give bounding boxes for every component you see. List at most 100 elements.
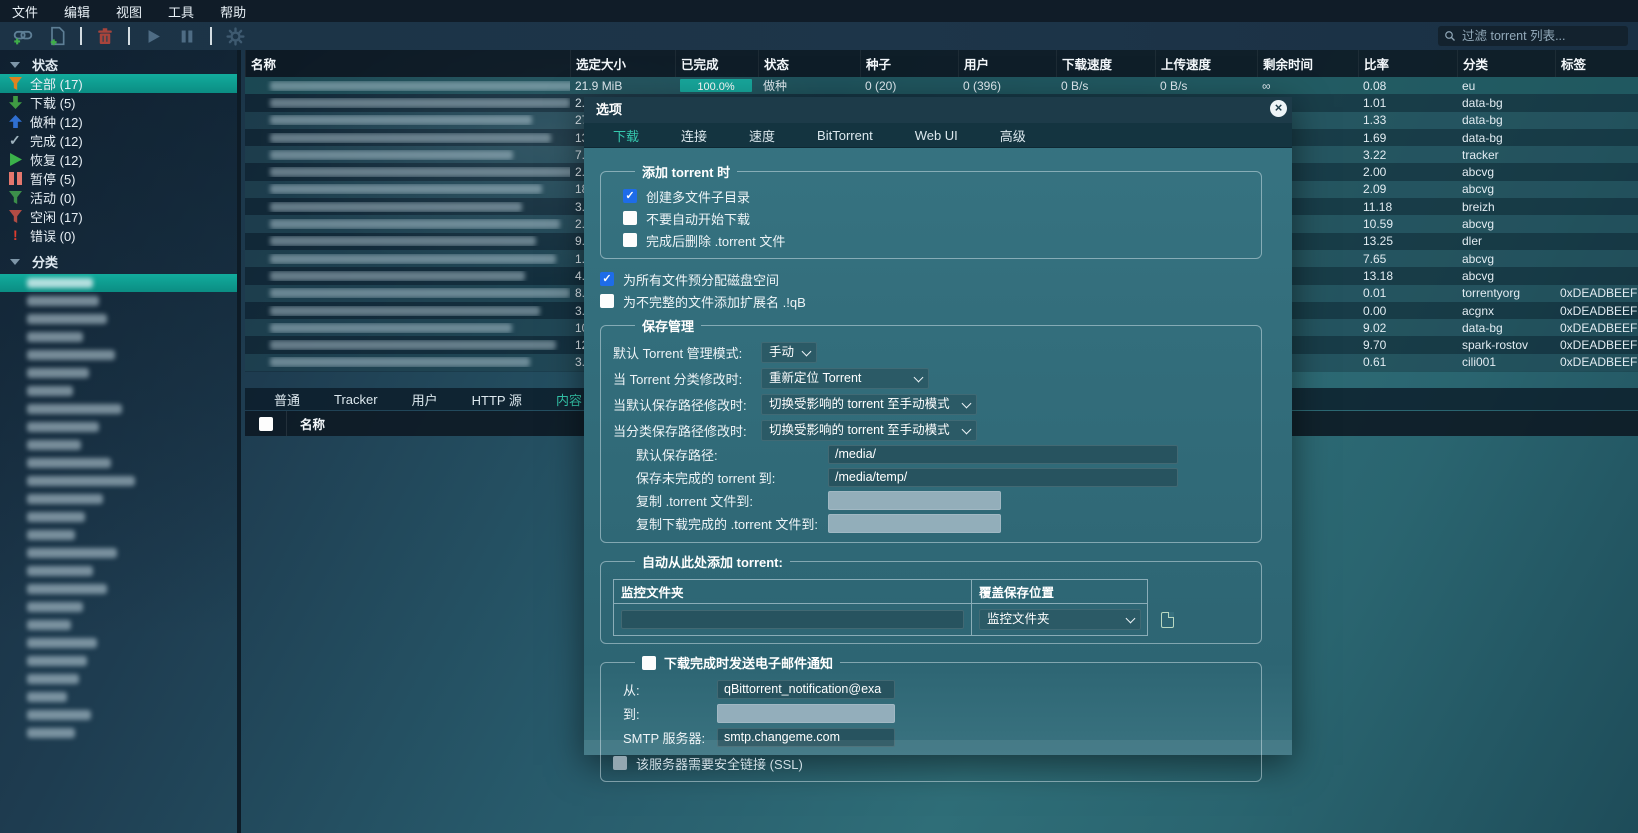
cell-dl-speed: 0 B/s <box>1056 79 1155 93</box>
column-header[interactable]: 分类 <box>1457 50 1555 77</box>
bottom-tab[interactable]: Tracker <box>317 392 395 407</box>
column-header[interactable]: 已完成 <box>675 50 758 77</box>
column-header[interactable]: 用户 <box>958 50 1056 77</box>
menu-item[interactable]: 帮助 <box>220 2 246 21</box>
select-all-checkbox[interactable] <box>259 417 273 431</box>
category-item[interactable] <box>0 562 237 580</box>
dialog-tab[interactable]: Web UI <box>894 128 979 143</box>
email-field-input[interactable] <box>717 704 895 723</box>
column-header[interactable]: 名称 <box>245 50 570 77</box>
dialog-close-button[interactable]: × <box>1270 100 1287 117</box>
delete-button[interactable] <box>92 25 118 47</box>
checkbox[interactable] <box>623 211 637 225</box>
category-item[interactable] <box>0 274 237 292</box>
cell-ratio: 13.25 <box>1358 234 1457 248</box>
category-item[interactable] <box>0 526 237 544</box>
menu-item[interactable]: 视图 <box>116 2 142 21</box>
status-section-header[interactable]: 状态 <box>0 55 237 74</box>
browse-folder-icon[interactable] <box>1161 612 1174 628</box>
dropdown-select[interactable]: 切换受影响的 torrent 至手动模式 <box>761 420 977 441</box>
status-filter-item[interactable]: 完成 (12) <box>0 131 237 150</box>
menu-item[interactable]: 文件 <box>12 2 38 21</box>
add-torrent-link-button[interactable] <box>10 25 36 47</box>
category-item[interactable] <box>0 652 237 670</box>
dialog-title-bar[interactable]: 选项 <box>584 97 1292 123</box>
category-item[interactable] <box>0 544 237 562</box>
dialog-tab[interactable]: 连接 <box>660 126 728 145</box>
bottom-tab[interactable]: 普通 <box>257 390 317 409</box>
category-item[interactable] <box>0 364 237 382</box>
column-header[interactable]: 种子 <box>860 50 958 77</box>
dialog-tab[interactable]: 高级 <box>979 126 1047 145</box>
category-item[interactable] <box>0 706 237 724</box>
category-item[interactable] <box>0 598 237 616</box>
category-item[interactable] <box>0 346 237 364</box>
column-header[interactable]: 上传速度 <box>1155 50 1257 77</box>
pause-button[interactable] <box>174 25 200 47</box>
category-item[interactable] <box>0 490 237 508</box>
column-header[interactable]: 下载速度 <box>1056 50 1155 77</box>
category-item[interactable] <box>0 310 237 328</box>
status-filter-item[interactable]: 错误 (0) <box>0 226 237 245</box>
status-filter-item[interactable]: 暂停 (5) <box>0 169 237 188</box>
categories-section-header[interactable]: 分类 <box>0 252 237 271</box>
search-input[interactable] <box>1462 29 1622 43</box>
cell-name <box>245 98 570 108</box>
category-item[interactable] <box>0 382 237 400</box>
status-filter-item[interactable]: 下载 (5) <box>0 93 237 112</box>
category-item[interactable] <box>0 634 237 652</box>
bottom-tab[interactable]: HTTP 源 <box>455 390 539 409</box>
dropdown-select[interactable]: 手动 <box>761 342 817 363</box>
column-header[interactable]: 比率 <box>1358 50 1457 77</box>
table-row[interactable]: 21.9 MiB 100.0% 做种 0 (20) 0 (396) 0 B/s … <box>245 77 1638 94</box>
path-input[interactable] <box>828 514 1001 533</box>
category-item[interactable] <box>0 616 237 634</box>
checkbox[interactable] <box>623 233 637 247</box>
checkbox[interactable] <box>600 294 614 308</box>
category-item[interactable] <box>0 580 237 598</box>
category-item[interactable] <box>0 688 237 706</box>
column-header[interactable]: 状态 <box>758 50 860 77</box>
column-header[interactable]: 剩余时间 <box>1257 50 1358 77</box>
menu-item[interactable]: 编辑 <box>64 2 90 21</box>
checkbox[interactable] <box>600 272 614 286</box>
column-header[interactable]: 标签 <box>1555 50 1638 77</box>
status-filter-item[interactable]: 做种 (12) <box>0 112 237 131</box>
category-item[interactable] <box>0 328 237 346</box>
status-filter-item[interactable]: 空闲 (17) <box>0 207 237 226</box>
override-save-select[interactable]: 监控文件夹 <box>979 609 1141 630</box>
category-item[interactable] <box>0 418 237 436</box>
category-item[interactable] <box>0 400 237 418</box>
menu-item[interactable]: 工具 <box>168 2 194 21</box>
category-item[interactable] <box>0 472 237 490</box>
content-name-header[interactable]: 名称 <box>287 414 325 433</box>
category-item[interactable] <box>0 508 237 526</box>
category-item[interactable] <box>0 670 237 688</box>
status-filter-item[interactable]: 活动 (0) <box>0 188 237 207</box>
status-filter-item[interactable]: 全部 (17) <box>0 74 237 93</box>
dialog-tab[interactable]: BitTorrent <box>796 128 894 143</box>
email-enable-checkbox[interactable] <box>642 656 656 670</box>
email-field-input[interactable]: qBittorrent_notification@exa <box>717 680 895 699</box>
resume-button[interactable] <box>140 25 166 47</box>
settings-button[interactable] <box>222 25 248 47</box>
dialog-tab[interactable]: 速度 <box>728 126 796 145</box>
bottom-tab[interactable]: 用户 <box>395 390 455 409</box>
path-input[interactable]: /media/temp/ <box>828 468 1178 487</box>
category-item[interactable] <box>0 724 237 742</box>
add-torrent-file-button[interactable] <box>44 25 70 47</box>
category-item[interactable] <box>0 292 237 310</box>
dialog-tab[interactable]: 下载 <box>592 126 660 145</box>
path-input[interactable]: /media/ <box>828 445 1178 464</box>
checkbox[interactable] <box>623 189 637 203</box>
category-item[interactable] <box>0 436 237 454</box>
watch-folder-input[interactable] <box>621 610 964 629</box>
category-item[interactable] <box>0 454 237 472</box>
dropdown-select[interactable]: 重新定位 Torrent <box>761 368 929 389</box>
status-icon <box>9 172 22 185</box>
path-input[interactable] <box>828 491 1001 510</box>
column-header[interactable]: 选定大小 <box>570 50 675 77</box>
dropdown-select[interactable]: 切换受影响的 torrent 至手动模式 <box>761 394 977 415</box>
status-filter-item[interactable]: 恢复 (12) <box>0 150 237 169</box>
ssl-checkbox[interactable] <box>613 756 627 770</box>
